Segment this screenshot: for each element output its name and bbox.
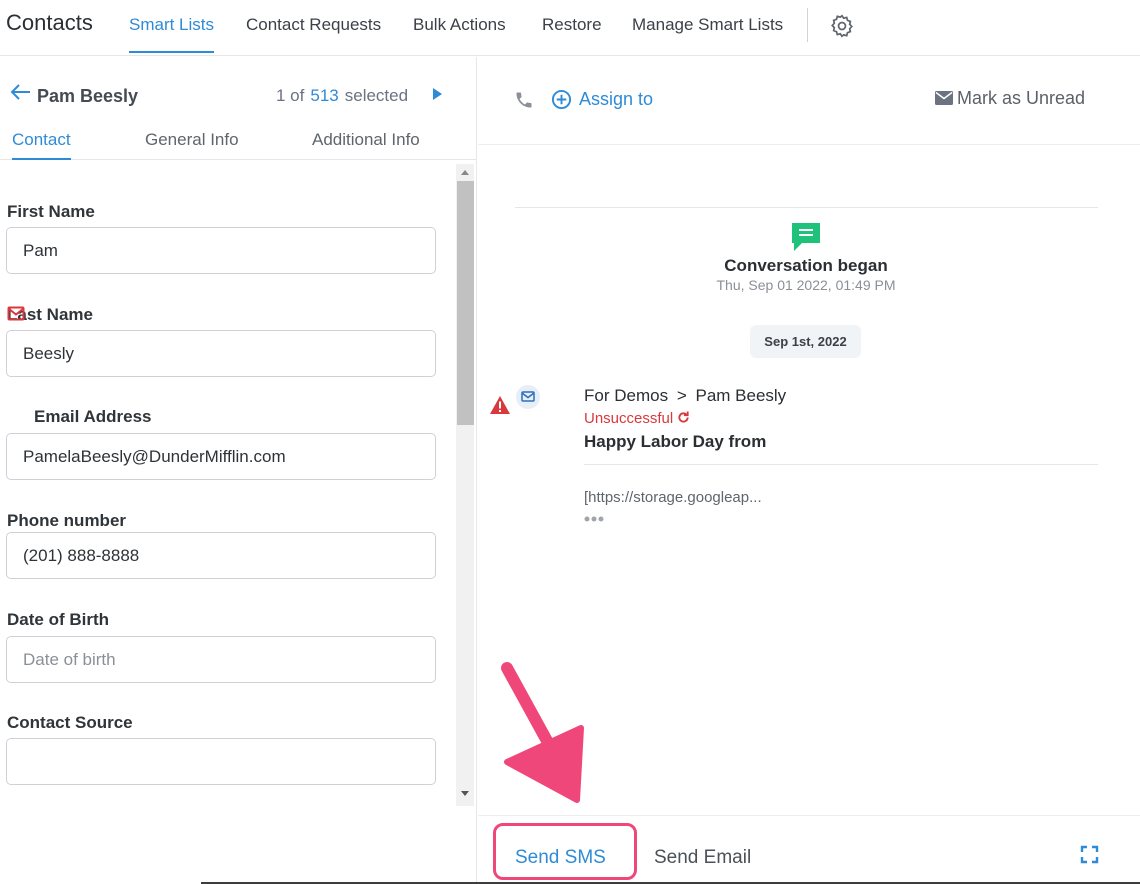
next-contact-icon[interactable] — [431, 87, 443, 101]
last-name-field[interactable]: Beesly — [6, 330, 436, 377]
conversation-divider — [515, 207, 1098, 208]
annotation-highlight-box — [493, 823, 637, 880]
message-subject: Happy Labor Day from — [584, 432, 767, 451]
tab-smart-lists[interactable]: Smart Lists — [129, 15, 215, 53]
message-route: For Demos > Pam Beesly — [584, 386, 786, 406]
message-from: For Demos — [584, 386, 669, 405]
contact-subtabs: Contact General Info Additional Info — [0, 127, 476, 160]
tab-bulk-actions[interactable]: Bulk Actions — [413, 15, 506, 53]
contact-source-label: Contact Source — [7, 713, 133, 732]
warning-icon — [490, 396, 510, 414]
dob-label: Date of Birth — [7, 610, 109, 629]
mail-icon — [7, 306, 25, 321]
send-email-tab[interactable]: Send Email — [654, 847, 751, 869]
conversation-began-date: Thu, Sep 01 2022, 01:49 PM — [0, 277, 1140, 293]
nav-divider — [807, 8, 808, 42]
message-to: Pam Beesly — [695, 386, 787, 405]
date-separator-pill: Sep 1st, 2022 — [750, 325, 861, 358]
scroll-down-icon[interactable] — [459, 790, 471, 798]
phone-icon[interactable] — [514, 90, 534, 110]
more-dots-icon[interactable] — [584, 516, 606, 522]
dob-field[interactable]: Date of birth — [6, 636, 436, 683]
email-field[interactable]: PamelaBeesly@DunderMifflin.com — [6, 433, 436, 480]
conversation-date-text: Thu, Sep 01 2022, 01:49 PM — [716, 277, 896, 293]
plus-circle-icon[interactable] — [551, 89, 572, 110]
contact-source-field[interactable] — [6, 738, 436, 785]
email-label: Email Address — [34, 407, 152, 426]
message-preview: [https://storage.googleap... — [584, 489, 762, 506]
message-status: Unsuccessful — [584, 410, 690, 427]
phone-label: Phone number — [7, 511, 127, 530]
mark-as-unread-button[interactable]: Mark as Unread — [957, 88, 1085, 109]
email-channel-badge — [516, 385, 540, 409]
message-status-text: Unsuccessful — [584, 410, 674, 427]
selection-suffix: selected — [344, 86, 409, 105]
retry-icon[interactable] — [677, 411, 690, 424]
assign-to-button[interactable]: Assign to — [579, 89, 653, 110]
selection-position: 1 of — [276, 86, 305, 105]
app-title: Contacts — [6, 10, 93, 35]
top-navigation: Contacts Smart Lists Contact Requests Bu… — [0, 0, 1140, 56]
scrollbar-thumb[interactable] — [457, 181, 474, 425]
first-name-label: First Name — [7, 202, 95, 221]
tab-general-info[interactable]: General Info — [145, 130, 239, 160]
contact-panel: Pam Beesly 1 of 513 selected Contact Gener… — [0, 57, 477, 884]
scroll-up-icon[interactable] — [459, 168, 471, 176]
tab-restore[interactable]: Restore — [542, 15, 602, 53]
tab-additional-info[interactable]: Additional Info — [312, 130, 420, 160]
phone-field[interactable]: (201) 888-8888 — [6, 532, 436, 579]
gear-icon[interactable] — [829, 13, 855, 39]
envelope-icon[interactable] — [935, 91, 953, 105]
selection-total[interactable]: 513 — [310, 86, 338, 105]
conversation-began-title: Conversation began — [0, 256, 1140, 276]
annotation-arrow-icon — [501, 662, 584, 803]
message-divider — [584, 464, 1098, 465]
tab-manage-smart-lists[interactable]: Manage Smart Lists — [632, 15, 783, 53]
contact-name: Pam Beesly — [37, 86, 139, 106]
conversation-began-text: Conversation began — [724, 256, 888, 275]
back-arrow-icon[interactable] — [10, 83, 32, 101]
email-channel-icon — [521, 391, 535, 402]
expand-icon[interactable] — [1080, 845, 1099, 864]
message-route-separator: > — [676, 386, 687, 405]
chat-bubble-icon — [792, 223, 820, 251]
selection-counter: 1 of 513 selected — [276, 86, 408, 106]
tab-contact[interactable]: Contact — [12, 130, 71, 160]
tab-contact-requests[interactable]: Contact Requests — [246, 15, 381, 53]
